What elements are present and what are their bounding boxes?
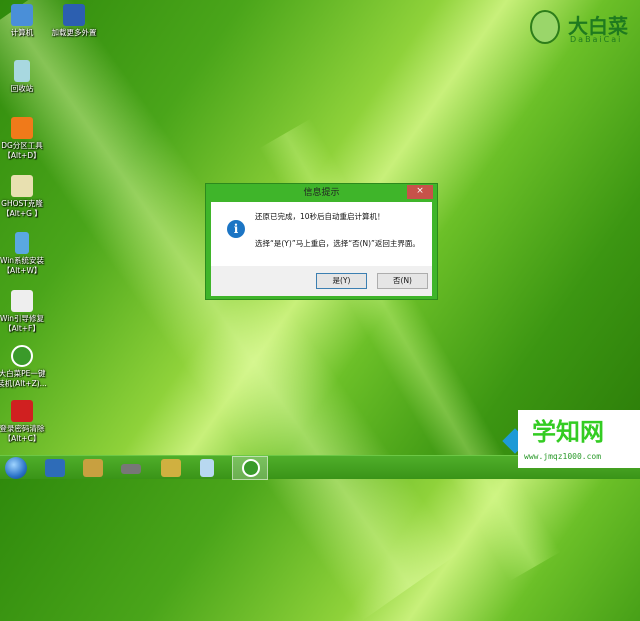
close-button[interactable]: × — [407, 185, 433, 199]
notepad-icon[interactable] — [200, 459, 214, 477]
desktop-icon-recycle-bin[interactable]: 回收站 — [0, 60, 49, 94]
desktop-icon-win-install[interactable]: Win系统安装 【Alt+W】 — [0, 232, 49, 276]
dabaicai-install-icon — [11, 345, 33, 367]
windows-install-icon — [15, 232, 29, 254]
password-clear-icon — [11, 400, 33, 422]
computer-icon — [11, 4, 33, 26]
cabbage-mascot-icon — [530, 10, 560, 44]
dialog-footer: 是(Y) 否(N) — [211, 266, 432, 296]
recycle-bin-icon — [14, 60, 30, 82]
dabaicai-logo: 大白菜 DaBaiCai — [530, 8, 635, 48]
expand-icon — [63, 4, 85, 26]
desktop-icon-load-more[interactable]: 加载更多外置 — [46, 4, 102, 38]
desktop-icon-computer[interactable]: 计算机 — [0, 4, 49, 38]
image-tool-icon[interactable] — [161, 459, 181, 477]
dialog-message-line1: 还原已完成，10秒后自动重启计算机！ — [255, 212, 385, 221]
desktop-icon-ghost[interactable]: GHOST克隆 【Alt+G 】 — [0, 175, 49, 219]
ghost-icon — [11, 175, 33, 197]
dialog-body: i 还原已完成，10秒后自动重启计算机！ 选择“是(Y)”马上重启，选择“否(N… — [211, 202, 432, 266]
desktop-icon-boot-repair[interactable]: Win引导修复 【Alt+F】 — [0, 290, 49, 334]
desktop-icon-dabaicai-install[interactable]: 大白菜PE一键 装机(Alt+Z)... — [0, 345, 49, 389]
start-button[interactable] — [5, 457, 27, 479]
info-dialog: 信息提示 × i 还原已完成，10秒后自动重启计算机！ 选择“是(Y)”马上重启… — [205, 183, 438, 300]
dialog-message-line2: 选择“是(Y)”马上重启，选择“否(N)”返回主界面。 — [255, 239, 420, 248]
diskgenius-icon — [11, 117, 33, 139]
no-button[interactable]: 否(N) — [377, 273, 428, 289]
dialog-title: 信息提示 — [303, 188, 340, 198]
desktop-icon-password-clear[interactable]: 登录密码清除 【Alt+C】 — [0, 400, 49, 444]
memory-icon[interactable] — [121, 464, 141, 474]
info-icon: i — [227, 220, 245, 238]
watermark: 学知网 www.jmqz1000.com — [502, 410, 640, 479]
dabaicai-taskbar-item[interactable] — [232, 456, 268, 480]
yes-button[interactable]: 是(Y) — [316, 273, 367, 289]
desktop-icon-diskgenius[interactable]: DG分区工具 【Alt+D】 — [0, 117, 49, 161]
cleaner-icon[interactable] — [83, 459, 103, 477]
desktop-icon[interactable] — [45, 459, 65, 477]
dabaicai-icon — [242, 459, 260, 477]
boot-repair-icon — [11, 290, 33, 312]
